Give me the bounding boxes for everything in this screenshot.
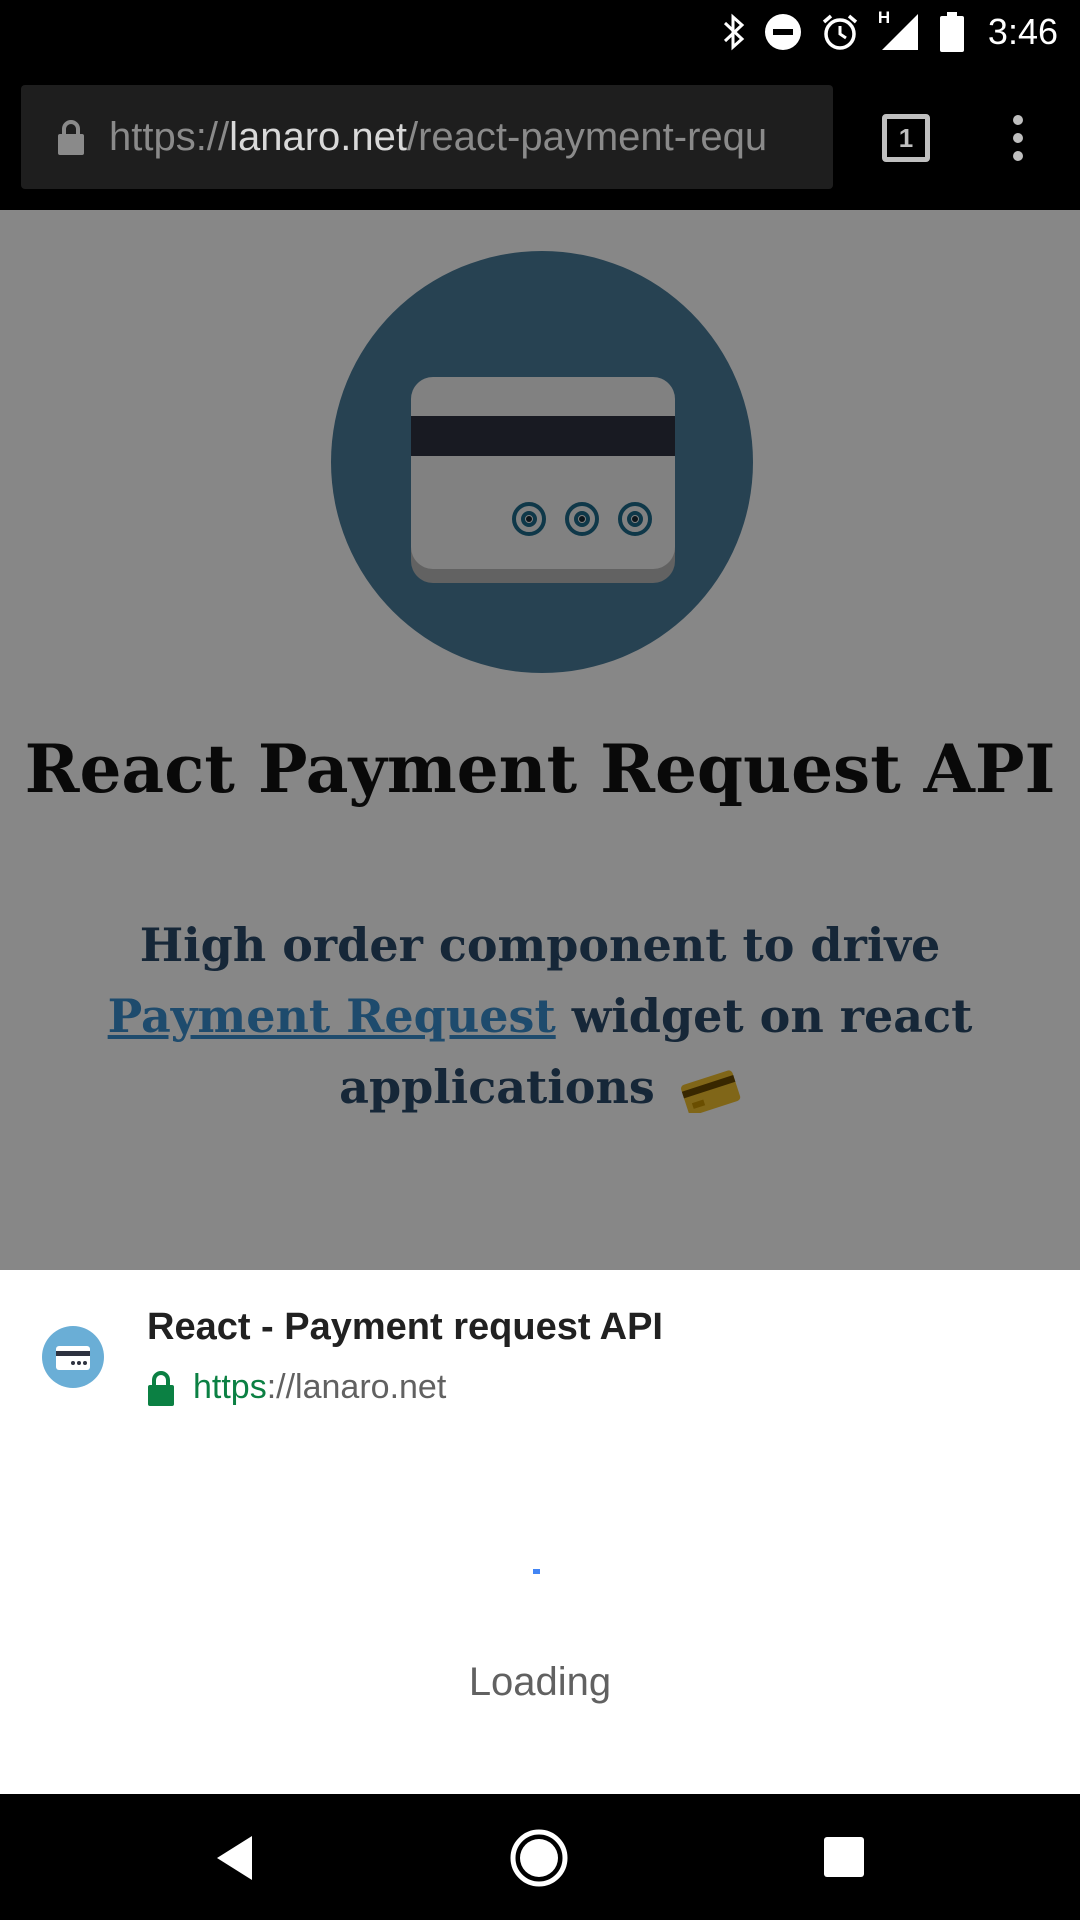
secure-lock-icon — [148, 1370, 174, 1406]
origin-host: ://lanaro.net — [266, 1368, 447, 1406]
status-bar: H 3:46 — [0, 0, 1080, 63]
merchant-title: React - Payment request API — [147, 1306, 663, 1348]
home-icon[interactable] — [509, 1828, 569, 1888]
alarm-icon — [822, 14, 858, 50]
status-icons: H 3:46 — [722, 0, 1058, 63]
overflow-menu-button[interactable] — [1008, 115, 1028, 161]
cellular-signal-icon — [881, 13, 918, 50]
lock-icon — [58, 120, 84, 155]
url-host: lanaro.net — [229, 114, 407, 159]
page-title: React Payment Request API — [24, 730, 1056, 808]
url-text[interactable]: https://lanaro.net/react-payment-requ — [109, 115, 809, 160]
battery-icon — [939, 11, 964, 52]
loading-text: Loading — [468, 1660, 612, 1704]
tab-switcher-button[interactable]: 1 — [882, 114, 930, 162]
recents-icon[interactable] — [824, 1837, 864, 1877]
navigation-bar — [0, 1794, 1080, 1920]
origin-scheme: https — [193, 1368, 267, 1406]
loading-spinner — [533, 1569, 540, 1574]
cellular-signal: H — [878, 8, 922, 52]
page-subtitle: High order component to drive Payment Re… — [90, 910, 990, 1123]
url-bar[interactable]: https://lanaro.net/react-payment-requ — [21, 85, 833, 189]
browser-toolbar: https://lanaro.net/react-payment-requ 1 — [0, 63, 1080, 210]
menu-dot — [1013, 133, 1023, 143]
payment-card-logo-icon — [331, 251, 753, 673]
url-path: /react-payment-requ — [406, 114, 768, 159]
menu-dot — [1013, 115, 1023, 125]
subtitle-text-before: High order component to drive — [139, 918, 941, 972]
web-content[interactable]: React Payment Request API High order com… — [0, 210, 1080, 1270]
status-time: 3:46 — [987, 10, 1058, 52]
merchant-origin: https://lanaro.net — [147, 1368, 446, 1407]
bluetooth-icon — [723, 13, 745, 50]
url-scheme: https:// — [109, 114, 230, 159]
back-icon[interactable] — [214, 1834, 256, 1882]
credit-card-emoji-icon — [680, 1070, 741, 1113]
payment-request-sheet: React - Payment request API https://lana… — [0, 1270, 1080, 1794]
site-favicon-icon — [42, 1326, 104, 1388]
payment-request-link[interactable]: Payment Request — [108, 989, 556, 1043]
do-not-disturb-icon — [764, 13, 801, 50]
tab-count: 1 — [898, 122, 914, 153]
menu-dot — [1013, 151, 1023, 161]
